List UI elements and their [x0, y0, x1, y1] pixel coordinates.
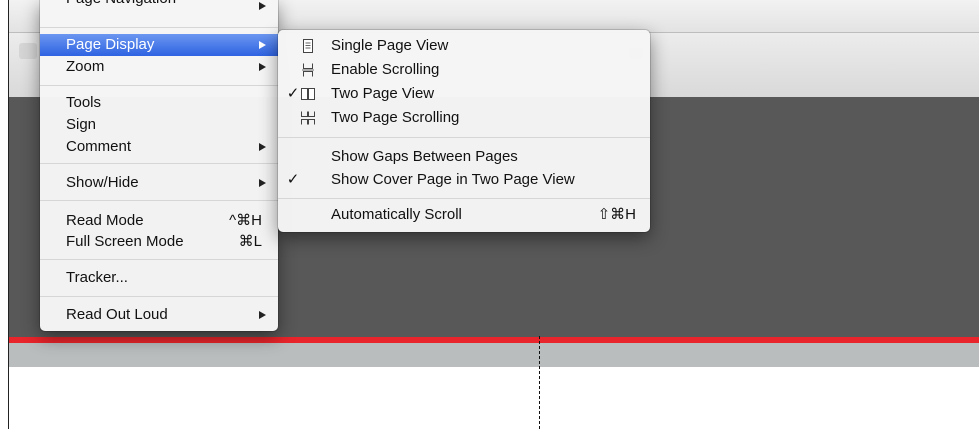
submenu-item-single-page-view[interactable]: Single Page View: [278, 34, 650, 58]
menu-item-label: Tracker...: [66, 269, 128, 286]
menu-item-page-navigation[interactable]: Page Navigation: [40, 0, 278, 14]
menu-item-comment[interactable]: Comment: [40, 136, 278, 158]
submenu-item-show-gaps-between-pages[interactable]: Show Gaps Between Pages: [278, 145, 650, 169]
menu-item-label: Show/Hide: [66, 174, 139, 191]
menu-item-tracker[interactable]: Tracker...: [40, 267, 278, 289]
two-page-icon: [300, 86, 316, 102]
page-display-submenu: Single Page View Enable Scrolling ✓ Two …: [278, 30, 650, 232]
center-guide-line: [539, 336, 540, 429]
menu-item-page-display[interactable]: Page Display: [40, 34, 278, 56]
submenu-item-two-page-scrolling[interactable]: Two Page Scrolling: [278, 106, 650, 130]
menu-item-label: Read Mode: [66, 212, 144, 229]
submenu-arrow-icon: [259, 179, 266, 187]
menu-item-read-out-loud[interactable]: Read Out Loud: [40, 304, 278, 326]
submenu-item-label: Show Gaps Between Pages: [331, 148, 518, 165]
menu-item-label: Zoom: [66, 58, 105, 75]
menu-item-read-mode[interactable]: Read Mode ^⌘H: [40, 210, 278, 232]
menu-item-shortcut: ^⌘H: [229, 212, 262, 229]
document-page: [9, 367, 979, 429]
submenu-item-label: Two Page Scrolling: [331, 109, 460, 126]
toolbar-button[interactable]: [19, 43, 37, 59]
single-page-icon: [300, 38, 316, 54]
menu-item-zoom[interactable]: Zoom: [40, 56, 278, 78]
checkmark-icon: ✓: [286, 85, 300, 102]
menu-item-sign[interactable]: Sign: [40, 114, 278, 136]
submenu-item-automatically-scroll[interactable]: Automatically Scroll ⇧⌘H: [278, 203, 650, 227]
scrolling-icon: [300, 62, 316, 78]
menu-item-show-hide[interactable]: Show/Hide: [40, 172, 278, 194]
submenu-arrow-icon: [259, 41, 266, 49]
submenu-arrow-icon: [259, 2, 266, 10]
menu-separator: [278, 198, 650, 199]
submenu-item-two-page-view[interactable]: ✓ Two Page View: [278, 82, 650, 106]
menu-item-label: Page Navigation: [66, 0, 176, 10]
menu-item-label: Read Out Loud: [66, 306, 168, 323]
submenu-arrow-icon: [259, 143, 266, 151]
menu-item-label: Tools: [66, 94, 102, 111]
menu-separator: [40, 259, 278, 260]
menu-item-tools[interactable]: Tools: [40, 92, 278, 114]
submenu-item-label: Show Cover Page in Two Page View: [331, 171, 575, 188]
menu-item-label: Full Screen Mode: [66, 233, 184, 250]
submenu-item-shortcut: ⇧⌘H: [597, 206, 636, 223]
menu-separator: [278, 137, 650, 138]
menu-separator: [40, 296, 278, 297]
submenu-item-label: Two Page View: [331, 85, 435, 102]
menu-separator: [40, 85, 278, 86]
menu-item-label: Comment: [66, 138, 132, 155]
menu-separator: [40, 163, 278, 164]
menu-separator: [40, 200, 278, 201]
view-menu: Page Navigation Page Display Zoom Tools …: [40, 0, 278, 331]
submenu-item-enable-scrolling[interactable]: Enable Scrolling: [278, 58, 650, 82]
submenu-item-label: Automatically Scroll: [331, 206, 462, 223]
submenu-arrow-icon: [259, 63, 266, 71]
submenu-arrow-icon: [259, 311, 266, 319]
menu-item-label: Page Display: [66, 36, 155, 53]
checkmark-icon: ✓: [286, 171, 300, 188]
menu-item-label: Sign: [66, 116, 97, 133]
submenu-item-label: Single Page View: [331, 37, 449, 54]
menu-separator: [40, 27, 278, 28]
menu-item-shortcut: ⌘L: [238, 233, 262, 250]
menu-item-full-screen-mode[interactable]: Full Screen Mode ⌘L: [40, 231, 278, 253]
ruler: [9, 343, 979, 367]
submenu-item-show-cover-page[interactable]: ✓ Show Cover Page in Two Page View: [278, 168, 650, 192]
two-page-scrolling-icon: [300, 110, 316, 126]
submenu-item-label: Enable Scrolling: [331, 61, 440, 78]
